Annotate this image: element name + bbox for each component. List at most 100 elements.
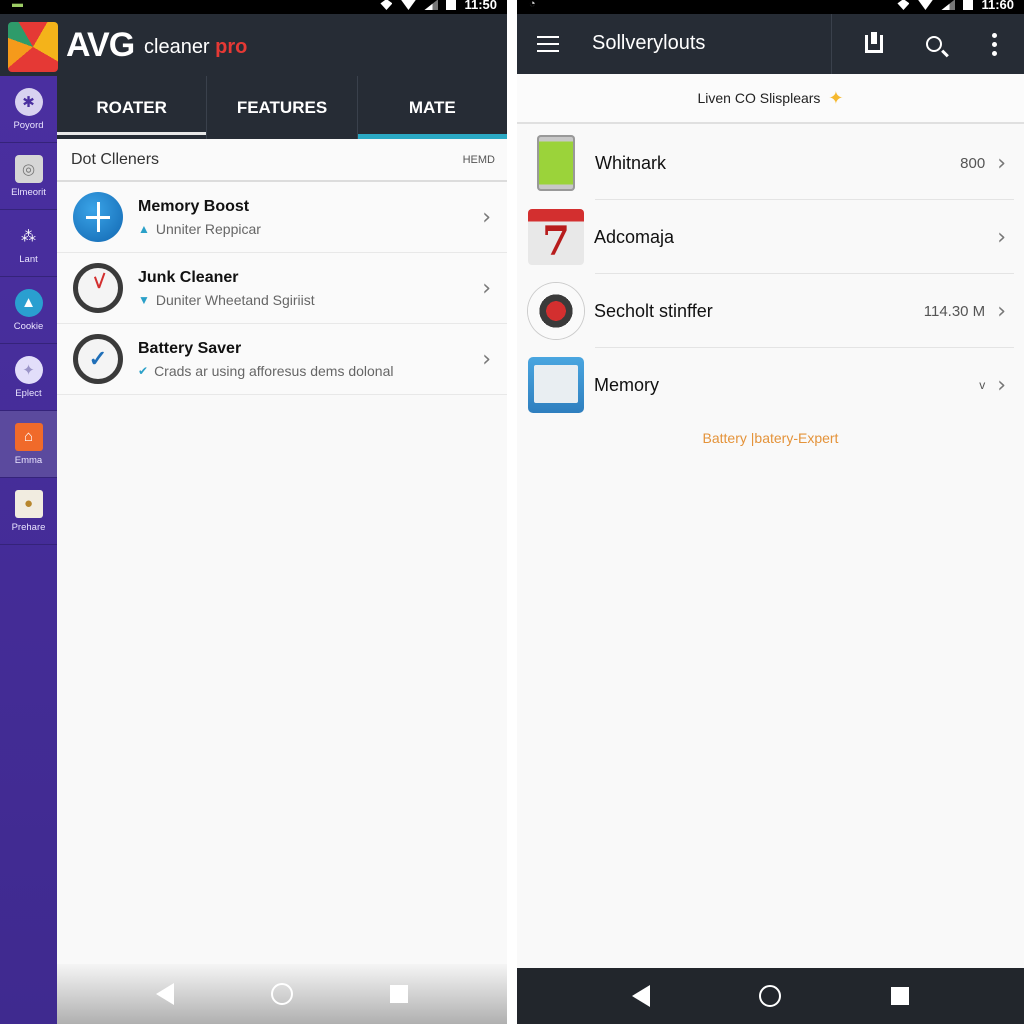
menu-icon[interactable] <box>537 36 559 57</box>
chevron-right-icon: › <box>482 204 491 230</box>
notification-icon: ◔ <box>529 0 536 10</box>
triangle-down-icon: ▼ <box>138 292 150 307</box>
sidebar-item-label: Elmeorit <box>11 186 46 198</box>
sidebar-item-poyord[interactable]: ✱ Poyord <box>0 76 57 143</box>
sidebar-item-label: Eplect <box>15 387 42 399</box>
navigation-bar <box>57 964 507 1024</box>
sidebar-item-label: Lant <box>19 253 38 265</box>
tab-label: FEATURES <box>236 97 328 117</box>
recents-button[interactable] <box>390 985 409 1003</box>
info-banner[interactable]: Liven CO Slisplears ✦ <box>517 74 1024 124</box>
clipboard-button[interactable] <box>844 32 904 53</box>
back-button[interactable] <box>631 985 650 1007</box>
banner-text: Liven CO Slisplears <box>697 90 821 106</box>
chevron-right-icon: › <box>997 224 1006 250</box>
sidebar-item-eplect[interactable]: ✦ Eplect <box>0 344 57 411</box>
item-value: 800 <box>960 154 986 172</box>
back-button[interactable] <box>155 983 174 1005</box>
status-bar: ◔ 11:60 <box>517 0 1024 14</box>
status-time: 11:60 <box>981 0 1014 12</box>
tab-indicator <box>357 134 507 139</box>
globe-icon: ▲ <box>14 288 43 317</box>
feature-item-battery-saver[interactable]: ✓ Battery Saver ✔ Crads ar using affores… <box>57 324 507 395</box>
chevron-right-icon: › <box>997 298 1006 324</box>
navigation-bar <box>517 968 1024 1024</box>
battery-status-icon <box>963 0 974 10</box>
chevron-right-icon: › <box>997 150 1006 176</box>
tab-mate[interactable]: MATE <box>357 76 507 139</box>
location-icon <box>380 0 393 10</box>
feature-name: Junk Cleaner <box>138 268 239 286</box>
status-time: 11:50 <box>464 0 497 12</box>
overflow-menu-button[interactable] <box>964 32 1024 56</box>
network-icon: ⁂ <box>21 227 36 245</box>
list-item-whitnark[interactable]: Whitnark 800 › <box>517 126 1024 200</box>
feature-desc: Unniter Reppicar <box>155 220 261 237</box>
sidebar-item-label: Emma <box>14 454 43 466</box>
sparkle-icon: ✦ <box>828 87 844 108</box>
more-vert-icon <box>991 32 997 56</box>
chevron-right-icon: › <box>997 372 1006 398</box>
triangle-up-icon: ▲ <box>138 221 150 236</box>
disc-icon: ✦ <box>14 355 43 384</box>
brand-title: AVG <box>66 26 135 64</box>
recents-button[interactable] <box>891 987 910 1005</box>
tab-label: MATE <box>408 97 456 117</box>
sidebar: ✱ Poyord ◎ Elmeorit ⁂ Lant ▲ Cookie ✦ Ep… <box>0 76 57 1024</box>
sidebar-item-prehare[interactable]: ● Prehare <box>0 478 57 545</box>
checkmark-icon: ✔ <box>138 363 149 378</box>
feature-list-panel: Dot Clleners HEMD Memory Boost ▲ Unniter… <box>57 140 507 395</box>
subtitle-pro: pro <box>215 36 248 58</box>
app-header: AVG cleaner pro ROATER FEATURES MATE <box>0 14 507 139</box>
search-icon <box>926 36 942 52</box>
app-bar: Sollverylouts <box>517 14 1024 74</box>
feature-item-junk-cleaner[interactable]: Junk Cleaner ▼ Duniter Wheetand Sgiriist… <box>57 253 507 324</box>
brand-subtitle: cleaner pro <box>144 36 247 59</box>
item-name: Whitnark <box>595 152 667 173</box>
feature-desc: Duniter Wheetand Sgiriist <box>155 291 315 308</box>
screen-divider <box>507 0 517 1024</box>
list-item-memory[interactable]: Memory v › <box>517 348 1024 422</box>
sidebar-item-emma[interactable]: ⌂ Emma <box>0 411 57 478</box>
item-name: Memory <box>594 374 660 395</box>
sidebar-item-lant[interactable]: ⁂ Lant <box>0 210 57 277</box>
sidebar-item-elmeorit[interactable]: ◎ Elmeorit <box>0 143 57 210</box>
feature-name: Memory Boost <box>138 197 250 215</box>
avg-logo-icon <box>8 22 58 72</box>
tab-indicator <box>57 132 207 135</box>
check-clock-icon: ✓ <box>73 334 123 384</box>
section-action-link[interactable]: HEMD <box>463 154 495 166</box>
wifi-icon <box>400 0 417 10</box>
item-list: Whitnark 800 › 7 Adcomaja › Secholt stin… <box>517 126 1024 422</box>
location-icon <box>897 0 910 10</box>
tab-features[interactable]: FEATURES <box>207 76 358 139</box>
sidebar-item-label: Cookie <box>13 320 44 332</box>
section-title: Dot Clleners <box>71 151 160 168</box>
tab-roater[interactable]: ROATER <box>57 76 208 139</box>
home-button[interactable] <box>270 983 293 1005</box>
search-button[interactable] <box>904 36 964 52</box>
item-value: v <box>979 378 986 392</box>
chevron-right-icon: › <box>482 346 491 372</box>
badge-icon: ✱ <box>14 87 43 116</box>
item-name: Secholt stinffer <box>594 300 713 321</box>
feature-desc: Crads ar using afforesus dems dolonal <box>154 362 394 379</box>
list-item-secholt-stinffer[interactable]: Secholt stinffer 114.30 M › <box>517 274 1024 348</box>
gauge-icon <box>528 283 584 339</box>
camera-icon: ◎ <box>14 154 43 183</box>
footer-link[interactable]: Battery |batery-Expert <box>517 430 1024 446</box>
subtitle-text: cleaner <box>144 36 210 58</box>
wifi-icon <box>917 0 934 10</box>
calendar-icon: 7 <box>528 209 584 265</box>
left-phone-screen: ▬ 11:50 AVG cleaner pro ROATER FEATURES … <box>0 0 507 1024</box>
clipboard-icon <box>865 32 883 53</box>
sidebar-item-label: Poyord <box>13 119 44 131</box>
sidebar-item-cookie[interactable]: ▲ Cookie <box>0 277 57 344</box>
feature-item-memory-boost[interactable]: Memory Boost ▲ Unniter Reppicar › <box>57 182 507 253</box>
battery-status-icon <box>446 0 457 10</box>
home-button[interactable] <box>759 985 782 1007</box>
list-item-adcomaja[interactable]: 7 Adcomaja › <box>517 200 1024 274</box>
bag-icon: ● <box>14 489 43 518</box>
section-header: Dot Clleners HEMD <box>57 140 507 182</box>
chevron-right-icon: › <box>482 275 491 301</box>
